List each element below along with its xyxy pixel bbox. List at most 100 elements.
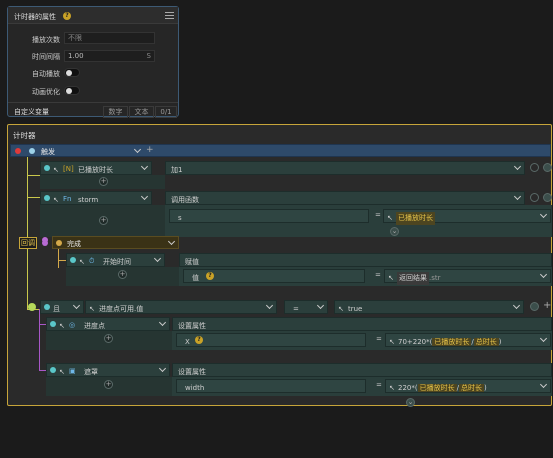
action-selector[interactable]: 设置属性 (172, 317, 552, 331)
drag-icon[interactable] (44, 195, 50, 201)
connector-line (39, 309, 40, 371)
remove-icon[interactable] (15, 148, 21, 154)
expr-end: ) (498, 338, 502, 346)
cursor-icon: ↖ (53, 166, 59, 174)
play-count-field[interactable]: 不限 (64, 32, 155, 44)
object-selector[interactable]: ↖ ◎ 进度点 (46, 317, 170, 331)
param-name: X ? (176, 333, 366, 347)
action-block-start-time: ↖ ⏱ 开始时间 赋值 + 值 ? = ↖ 返回结果 .str (66, 253, 552, 286)
connector-line (27, 157, 28, 309)
chevron-down-icon[interactable] (514, 194, 521, 201)
variable-badge: 已播放时长 (417, 384, 457, 392)
menu-icon[interactable] (165, 12, 174, 19)
delete-icon[interactable] (543, 193, 552, 202)
chevron-down-icon[interactable] (168, 239, 175, 246)
collapse-icon[interactable] (28, 303, 36, 311)
param-label: width (185, 384, 205, 392)
chevron-down-icon[interactable] (141, 194, 148, 201)
action-selector[interactable]: 赋值 (179, 253, 552, 267)
add-icon[interactable]: + (146, 146, 155, 155)
interval-field[interactable]: 1.00 S (64, 50, 155, 62)
variable-badge: 已播放时长 (396, 212, 435, 225)
chevron-down-icon[interactable]: ⌄ (406, 398, 415, 407)
complete-event-row[interactable]: 完成 (52, 236, 179, 249)
drag-icon[interactable] (50, 367, 56, 373)
chevron-down-icon[interactable]: ⌄ (390, 227, 399, 236)
param-area: width = ↖ 220*(已播放时长 / 总时长) ⌄ (172, 377, 552, 407)
condition-value[interactable]: ↖ true (334, 300, 524, 314)
add-icon[interactable]: + (118, 270, 127, 279)
add-icon[interactable]: + (99, 216, 108, 225)
equals-sign: = (375, 211, 381, 219)
expr-end: ) (483, 384, 487, 392)
chevron-down-icon[interactable] (73, 303, 80, 310)
cursor-icon: ↖ (59, 322, 65, 330)
help-icon[interactable]: ? (206, 272, 214, 280)
collapse-icon[interactable] (42, 237, 48, 243)
chevron-down-icon[interactable] (540, 336, 547, 343)
timer-properties-panel: 计时器的属性 ? 播放次数 不限 时间间隔 1.00 S 自动播放 动画优化 自… (7, 6, 179, 118)
timer-editor: 计时器 触发 + ↖ [N] 已播放时长 加1 + ↖ Fn storm 调用函… (7, 124, 552, 407)
action-block-mask: ↖ ▣ 遮罩 设置属性 + width = ↖ 220*(已播放时长 / 总时长) … (46, 363, 552, 407)
help-icon[interactable]: ? (63, 12, 71, 20)
delete-icon[interactable] (543, 163, 552, 172)
trigger-row[interactable]: 触发 + (10, 144, 551, 157)
object-selector[interactable]: ↖ Fn storm (40, 191, 152, 205)
param-value[interactable]: ↖ 70+220*(已播放时长 / 总时长) (385, 333, 551, 347)
chevron-down-icon[interactable] (134, 147, 141, 154)
block-footer: + (40, 205, 165, 237)
chevron-down-icon[interactable] (540, 212, 547, 219)
condition-selector[interactable]: ↖ 进度点可用.值 (85, 300, 277, 314)
auto-play-label: 自动播放 (32, 70, 60, 78)
add-icon[interactable]: + (99, 177, 108, 186)
anim-opt-toggle[interactable] (64, 86, 80, 95)
param-value[interactable]: ↖ 220*(已播放时长 / 总时长) (385, 379, 551, 393)
drag-icon[interactable] (44, 165, 50, 171)
chevron-down-icon[interactable] (513, 303, 520, 310)
chevron-down-icon[interactable] (540, 382, 547, 389)
chevron-down-icon[interactable] (141, 164, 148, 171)
cursor-icon: ↖ (338, 305, 344, 313)
action-selector[interactable]: 加1 (165, 161, 525, 175)
chevron-down-icon[interactable] (159, 366, 166, 373)
tag-number[interactable]: 数字 (103, 106, 128, 118)
chevron-down-icon[interactable] (540, 272, 547, 279)
expr-prefix: 70+220*( (398, 338, 433, 346)
action-selector[interactable]: 调用函数 (165, 191, 525, 205)
tag-boolean[interactable]: 0/1 (155, 106, 177, 118)
drag-icon[interactable] (70, 257, 76, 263)
panel-title: 计时器的属性 (14, 13, 56, 21)
equals-sign: = (376, 381, 382, 389)
drag-icon[interactable] (50, 321, 56, 327)
equals-sign: = (375, 271, 381, 279)
delete-icon[interactable] (530, 302, 539, 311)
drag-icon[interactable] (56, 240, 62, 246)
toggle-icon[interactable] (530, 163, 539, 172)
add-icon[interactable]: + (104, 334, 113, 343)
chevron-down-icon[interactable] (154, 256, 161, 263)
add-icon[interactable]: + (543, 300, 551, 311)
drag-icon[interactable] (44, 304, 50, 310)
drag-icon[interactable] (29, 148, 35, 154)
logic-selector[interactable]: 且 (40, 300, 84, 314)
logic-keyword: 且 (53, 305, 60, 313)
param-value[interactable]: ↖ 返回结果 .str (384, 269, 551, 285)
connector-line (58, 249, 59, 268)
chevron-down-icon[interactable] (514, 164, 521, 171)
chevron-down-icon[interactable] (317, 303, 324, 310)
chevron-down-icon[interactable] (159, 320, 166, 327)
object-selector[interactable]: ↖ ⏱ 开始时间 (66, 253, 165, 267)
toggle-icon[interactable] (530, 193, 539, 202)
object-selector[interactable]: ↖ ▣ 遮罩 (46, 363, 170, 377)
tag-text[interactable]: 文本 (129, 106, 154, 118)
add-icon[interactable]: + (104, 380, 113, 389)
action-selector[interactable]: 设置属性 (172, 363, 552, 377)
object-selector[interactable]: ↖ [N] 已播放时长 (40, 161, 152, 175)
cursor-icon: ↖ (89, 305, 95, 313)
chevron-down-icon[interactable] (266, 303, 273, 310)
help-icon[interactable]: ? (195, 336, 203, 344)
operator-selector[interactable]: = (284, 300, 328, 314)
trigger-label: 触发 (41, 148, 55, 156)
param-value[interactable]: ↖ 已播放时长 (383, 209, 551, 225)
auto-play-toggle[interactable] (64, 68, 80, 77)
